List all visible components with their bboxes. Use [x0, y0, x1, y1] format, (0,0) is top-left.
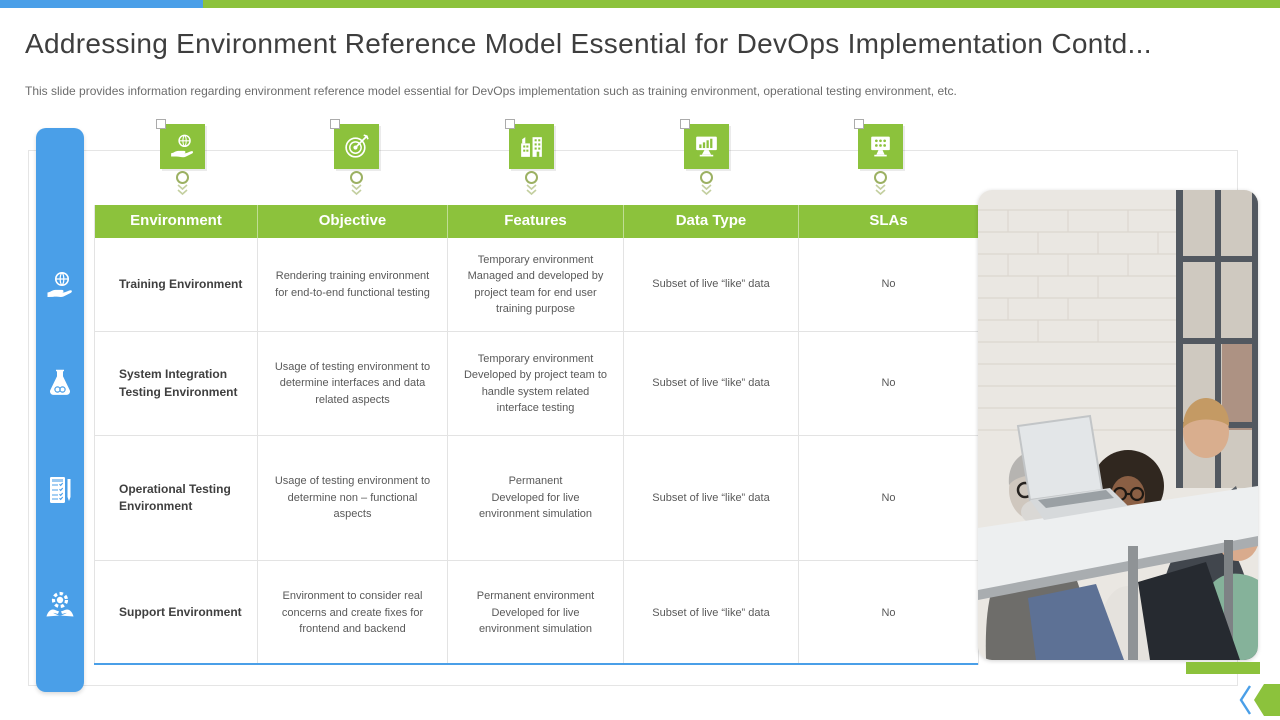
monitor-data-icon — [866, 132, 895, 161]
team-photo — [978, 190, 1258, 660]
cell-objective: Environment to consider real concerns an… — [258, 561, 448, 665]
chevron-down-icon — [700, 184, 713, 196]
table-bottom-accent — [94, 663, 978, 665]
cell-objective: Usage of testing environment to determin… — [258, 436, 448, 560]
connector-circle — [176, 171, 189, 184]
cell-objective: Rendering training environment for end-t… — [258, 238, 448, 331]
top-bar-blue-segment — [0, 0, 203, 8]
hand-globe-icon — [44, 269, 76, 301]
selection-handle — [156, 119, 166, 129]
target-icon — [342, 132, 371, 161]
chevron-down-icon — [874, 184, 887, 196]
process-tile-4 — [684, 124, 729, 169]
table-row: Support Environment Environment to consi… — [95, 561, 979, 665]
top-bar — [0, 0, 1280, 8]
page-title: Addressing Environment Reference Model E… — [25, 28, 1255, 60]
hand-globe-icon — [168, 132, 197, 161]
chevron-down-icon — [350, 184, 363, 196]
selection-handle — [505, 119, 515, 129]
cell-slas: No — [799, 436, 979, 560]
cell-data-type: Subset of live “like” data — [624, 238, 799, 331]
connector-circle — [874, 171, 887, 184]
chevron-down-icon — [176, 184, 189, 196]
page-subtitle: This slide provides information regardin… — [25, 84, 1125, 98]
cell-features: Temporary environment Developed by proje… — [448, 332, 624, 435]
table-row: Operational Testing Environment Usage of… — [95, 436, 979, 561]
process-tile-1 — [160, 124, 205, 169]
hands-gear-icon — [44, 589, 76, 621]
table-header-row: Environment Objective Features Data Type… — [95, 205, 979, 238]
table-row: System Integration Testing Environment U… — [95, 332, 979, 436]
nav-chevron-icon — [1238, 684, 1252, 716]
header-cell-objective: Objective — [258, 205, 448, 238]
monitor-chart-icon — [692, 132, 721, 161]
corner-arrow-icon — [1254, 684, 1280, 716]
header-cell-data-type: Data Type — [624, 205, 799, 238]
cell-features: Temporary environment Managed and develo… — [448, 238, 624, 331]
connector-circle — [350, 171, 363, 184]
table-row: Training Environment Rendering training … — [95, 238, 979, 332]
category-sidebar — [36, 128, 84, 692]
process-tile-2 — [334, 124, 379, 169]
connector-circle — [525, 171, 538, 184]
cell-features: Permanent environment Developed for live… — [448, 561, 624, 665]
header-cell-environment: Environment — [95, 205, 258, 238]
top-bar-green-segment — [203, 0, 1280, 8]
cell-slas: No — [799, 332, 979, 435]
cell-environment: Training Environment — [95, 238, 258, 331]
cell-data-type: Subset of live “like” data — [624, 561, 799, 665]
cell-data-type: Subset of live “like” data — [624, 332, 799, 435]
header-cell-slas: SLAs — [799, 205, 979, 238]
cell-objective: Usage of testing environment to determin… — [258, 332, 448, 435]
cell-data-type: Subset of live “like” data — [624, 436, 799, 560]
photo-accent-bar — [1186, 662, 1260, 674]
cell-slas: No — [799, 238, 979, 331]
selection-handle — [854, 119, 864, 129]
selection-handle — [330, 119, 340, 129]
checklist-icon — [44, 474, 76, 506]
cell-slas: No — [799, 561, 979, 665]
cell-environment: Operational Testing Environment — [95, 436, 258, 560]
process-tile-5 — [858, 124, 903, 169]
cell-features: Permanent Developed for live environment… — [448, 436, 624, 560]
chevron-down-icon — [525, 184, 538, 196]
header-cell-features: Features — [448, 205, 624, 238]
cell-environment: System Integration Testing Environment — [95, 332, 258, 435]
flask-icon — [44, 367, 76, 399]
process-tile-3 — [509, 124, 554, 169]
connector-circle — [700, 171, 713, 184]
cell-environment: Support Environment — [95, 561, 258, 665]
buildings-icon — [517, 132, 546, 161]
environments-table: Environment Objective Features Data Type… — [94, 205, 979, 665]
selection-handle — [680, 119, 690, 129]
